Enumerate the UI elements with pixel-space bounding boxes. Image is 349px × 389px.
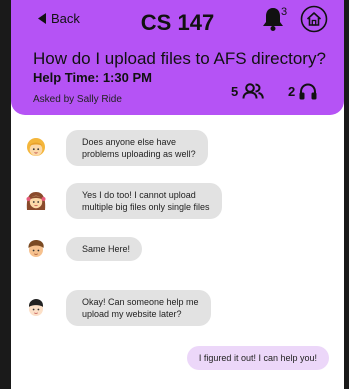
boy-avatar — [28, 239, 44, 257]
my-message-text: I figured it out! I can help you! — [198, 353, 317, 363]
message-text: Does anyone else have problems uploading… — [82, 137, 196, 159]
dark-hair-boy-avatar — [28, 299, 44, 316]
message-text: Okay! Can someone help me upload my webs… — [82, 297, 199, 319]
phone-screen: Back CS 147 3 How do I upload files to A… — [11, 0, 344, 389]
home-icon[interactable] — [300, 5, 328, 33]
help-time: Help Time: 1:30 PM — [33, 70, 152, 85]
people-count: 5 — [231, 83, 239, 99]
chat-message: Does anyone else have problems uploading… — [25, 130, 208, 166]
message-text: Yes I do too! I cannot upload multiple b… — [82, 190, 210, 212]
chat-message: Same Here! — [25, 237, 143, 261]
message-text: Same Here! — [82, 244, 131, 254]
question-header: Back CS 147 3 How do I upload files to A… — [11, 0, 344, 115]
brunette-girl-avatar — [26, 192, 46, 210]
asked-by: Asked by Sally Ride — [33, 94, 122, 105]
listener-count-stat: 2 — [288, 83, 317, 100]
listener-count: 2 — [288, 84, 296, 99]
message-bubble: Okay! Can someone help me upload my webs… — [66, 290, 211, 326]
question-title: How do I upload files to AFS directory? — [33, 49, 326, 68]
message-bubble: Yes I do too! I cannot upload multiple b… — [66, 183, 222, 219]
my-message-bubble: I figured it out! I can help you! — [186, 346, 329, 370]
chat-message: Okay! Can someone help me upload my webs… — [25, 290, 211, 326]
chat-message: Yes I do too! I cannot upload multiple b… — [25, 183, 222, 219]
message-bubble: Does anyone else have problems uploading… — [66, 130, 208, 166]
people-icon — [242, 83, 265, 99]
notification-count: 3 — [281, 6, 288, 18]
message-bubble: Same Here! — [66, 237, 143, 261]
headphones-icon — [299, 83, 317, 100]
blonde-girl-avatar — [27, 138, 45, 156]
course-title: CS 147 — [140, 10, 215, 35]
people-count-stat: 5 — [231, 83, 265, 99]
